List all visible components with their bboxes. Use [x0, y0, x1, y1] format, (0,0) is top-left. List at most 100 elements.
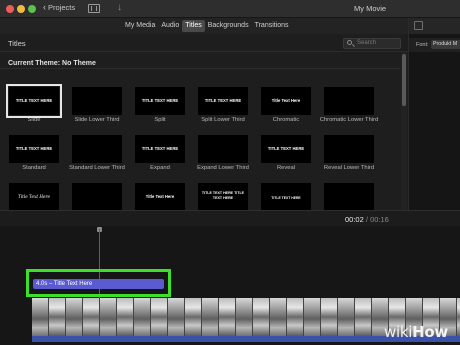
- timeline-header: 00:02 / 00:16: [0, 210, 460, 226]
- thumbnail-text: TITLE TEXT HERE: [204, 98, 242, 103]
- title-tile[interactable]: TITLE TEXT HERE: [255, 183, 317, 213]
- thumbnail-text: TITLE TEXT HERE: [141, 146, 179, 151]
- thumbnail-text: TITLE TEXT HERE TITLE TEXT HERE: [201, 191, 245, 200]
- search-field[interactable]: Search: [343, 38, 401, 49]
- video-frame: [83, 298, 100, 336]
- video-frame: [32, 298, 49, 336]
- title-tile[interactable]: Standard Lower Third: [66, 135, 128, 172]
- title-clip-highlight: 4.0s – Title Text Here: [26, 269, 171, 297]
- title-thumbnail: TITLE TEXT HERE: [261, 183, 311, 211]
- title-thumbnail: TITLE TEXT HERE: [198, 87, 248, 115]
- window-title: My Movie: [354, 4, 387, 13]
- browser-scrollbar[interactable]: [401, 52, 407, 210]
- video-frame: [66, 298, 83, 336]
- projects-back-button[interactable]: ‹ Projects: [43, 2, 75, 13]
- video-frame: [185, 298, 202, 336]
- title-clip-label: 4.0s – Title Text Here: [36, 281, 93, 287]
- library-film-icon[interactable]: [88, 4, 100, 13]
- title-tile-label: Split: [154, 117, 166, 123]
- video-frame: [304, 298, 321, 336]
- title-tile-label: Expand Lower Third: [197, 165, 249, 171]
- title-tile[interactable]: TITLE TEXT HERE Slide: [3, 84, 65, 124]
- close-window-button[interactable]: [6, 5, 14, 13]
- title-thumbnail: [324, 87, 374, 115]
- title-tile[interactable]: Title Text Here: [3, 183, 65, 213]
- crop-icon[interactable]: [414, 21, 423, 30]
- thumbnail-text: Title Text Here: [145, 194, 175, 199]
- title-tile[interactable]: [318, 183, 380, 213]
- tab-audio[interactable]: Audio: [158, 20, 182, 32]
- title-tile-label: Reveal Lower Third: [323, 165, 375, 171]
- video-frame: [151, 298, 168, 336]
- scrollbar-thumb[interactable]: [402, 54, 406, 106]
- title-thumbnail: TITLE TEXT HERE: [135, 135, 185, 163]
- watermark-how: How: [412, 323, 448, 341]
- video-frame: [338, 298, 355, 336]
- title-tile-label: Expand: [150, 165, 170, 171]
- video-frame: [355, 298, 372, 336]
- title-thumbnail: Title Text Here: [261, 87, 311, 115]
- title-tile[interactable]: Reveal Lower Third: [318, 135, 380, 172]
- theme-row: Current Theme: No Theme: [0, 53, 400, 69]
- viewer-panel: Font: Produkt M: [408, 18, 460, 210]
- title-tile[interactable]: Slide Lower Third: [66, 87, 128, 124]
- title-tile[interactable]: TITLE TEXT HERE Split Lower Third: [192, 87, 254, 124]
- title-thumbnail: [324, 183, 374, 211]
- download-arrow-icon[interactable]: ↓: [117, 2, 122, 13]
- title-thumbnail: Title Text Here: [9, 183, 59, 211]
- title-tile-label: Chromatic Lower Third: [319, 117, 379, 123]
- watermark-wiki: wiki: [384, 323, 413, 341]
- thumbnail-text: TITLE TEXT HERE: [271, 196, 301, 200]
- title-tile-label: Slide: [27, 117, 41, 123]
- media-tab-bar: My Media Audio Titles Backgrounds Transition…: [0, 18, 408, 34]
- minimize-window-button[interactable]: [17, 5, 25, 13]
- title-tile[interactable]: [66, 183, 128, 213]
- browser-title: Titles: [8, 39, 26, 48]
- title-tile-label: Slide Lower Third: [74, 117, 120, 123]
- timecode-separator: /: [365, 215, 368, 224]
- title-tile[interactable]: Chromatic Lower Third: [318, 87, 380, 124]
- title-tile-label: Split Lower Third: [201, 117, 245, 123]
- browser-header: Titles Search: [0, 34, 408, 52]
- video-frame: [202, 298, 219, 336]
- search-icon: [347, 40, 352, 45]
- tab-backgrounds[interactable]: Backgrounds: [205, 20, 252, 32]
- tab-transitions[interactable]: Transitions: [252, 20, 292, 32]
- title-thumbnail: [72, 183, 122, 211]
- video-frame: [49, 298, 66, 336]
- title-tile[interactable]: Title Text Here Chromatic: [255, 87, 317, 124]
- font-select[interactable]: Produkt M: [431, 40, 460, 49]
- video-frame: [100, 298, 117, 336]
- thumbnail-text: TITLE TEXT HERE: [15, 98, 53, 103]
- font-label: Font:: [416, 42, 429, 48]
- video-frame: [321, 298, 338, 336]
- title-tile[interactable]: TITLE TEXT HERE Expand: [129, 135, 191, 172]
- title-clip[interactable]: 4.0s – Title Text Here: [33, 279, 164, 289]
- tab-titles[interactable]: Titles: [182, 20, 205, 32]
- video-frame: [287, 298, 304, 336]
- title-thumbnail: [198, 135, 248, 163]
- title-tile-label: Standard Lower Third: [69, 165, 125, 171]
- search-placeholder: Search: [357, 40, 377, 46]
- title-thumbnail: TITLE TEXT HERE TITLE TEXT HERE: [198, 183, 248, 211]
- title-tile[interactable]: TITLE TEXT HERE TITLE TEXT HERE: [192, 183, 254, 213]
- video-frame: [219, 298, 236, 336]
- video-frame: [117, 298, 134, 336]
- timecode: 00:02 / 00:16: [345, 215, 389, 224]
- total-duration: 00:16: [370, 215, 389, 224]
- title-thumbnail: [324, 135, 374, 163]
- tab-my-media[interactable]: My Media: [122, 20, 158, 32]
- chevron-left-icon: ‹: [43, 2, 46, 12]
- window-titlebar: ‹ Projects ↓ My Movie: [0, 0, 460, 18]
- font-row: Font: Produkt M: [409, 38, 460, 52]
- title-thumbnail: TITLE TEXT HERE: [261, 135, 311, 163]
- title-tile[interactable]: TITLE TEXT HERE Standard: [3, 135, 65, 172]
- title-tile[interactable]: TITLE TEXT HERE Reveal: [255, 135, 317, 172]
- viewer-toolbar: [409, 18, 460, 34]
- title-tile[interactable]: Expand Lower Third: [192, 135, 254, 172]
- title-tile[interactable]: TITLE TEXT HERE Split: [129, 87, 191, 124]
- title-tile[interactable]: Title Text Here: [129, 183, 191, 213]
- zoom-window-button[interactable]: [28, 5, 36, 13]
- title-thumbnail: [72, 87, 122, 115]
- title-tile-label: Chromatic: [272, 117, 300, 123]
